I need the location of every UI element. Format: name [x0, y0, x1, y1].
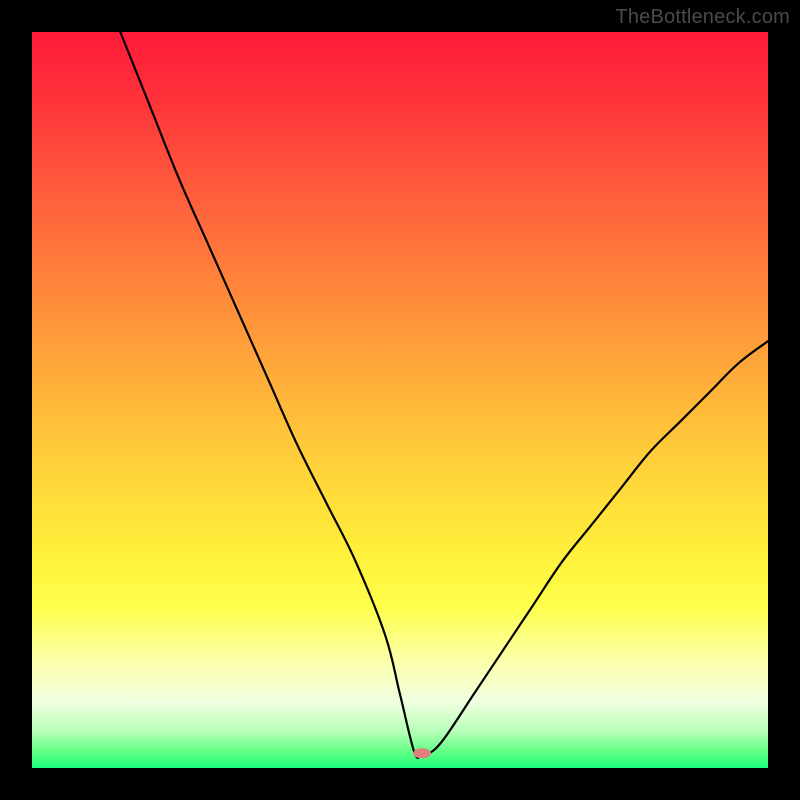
chart-frame: TheBottleneck.com [0, 0, 800, 800]
plot-area [32, 32, 768, 768]
watermark-text: TheBottleneck.com [615, 6, 790, 29]
curve-path [120, 32, 768, 758]
bottleneck-curve [32, 32, 768, 768]
min-marker [413, 748, 431, 758]
